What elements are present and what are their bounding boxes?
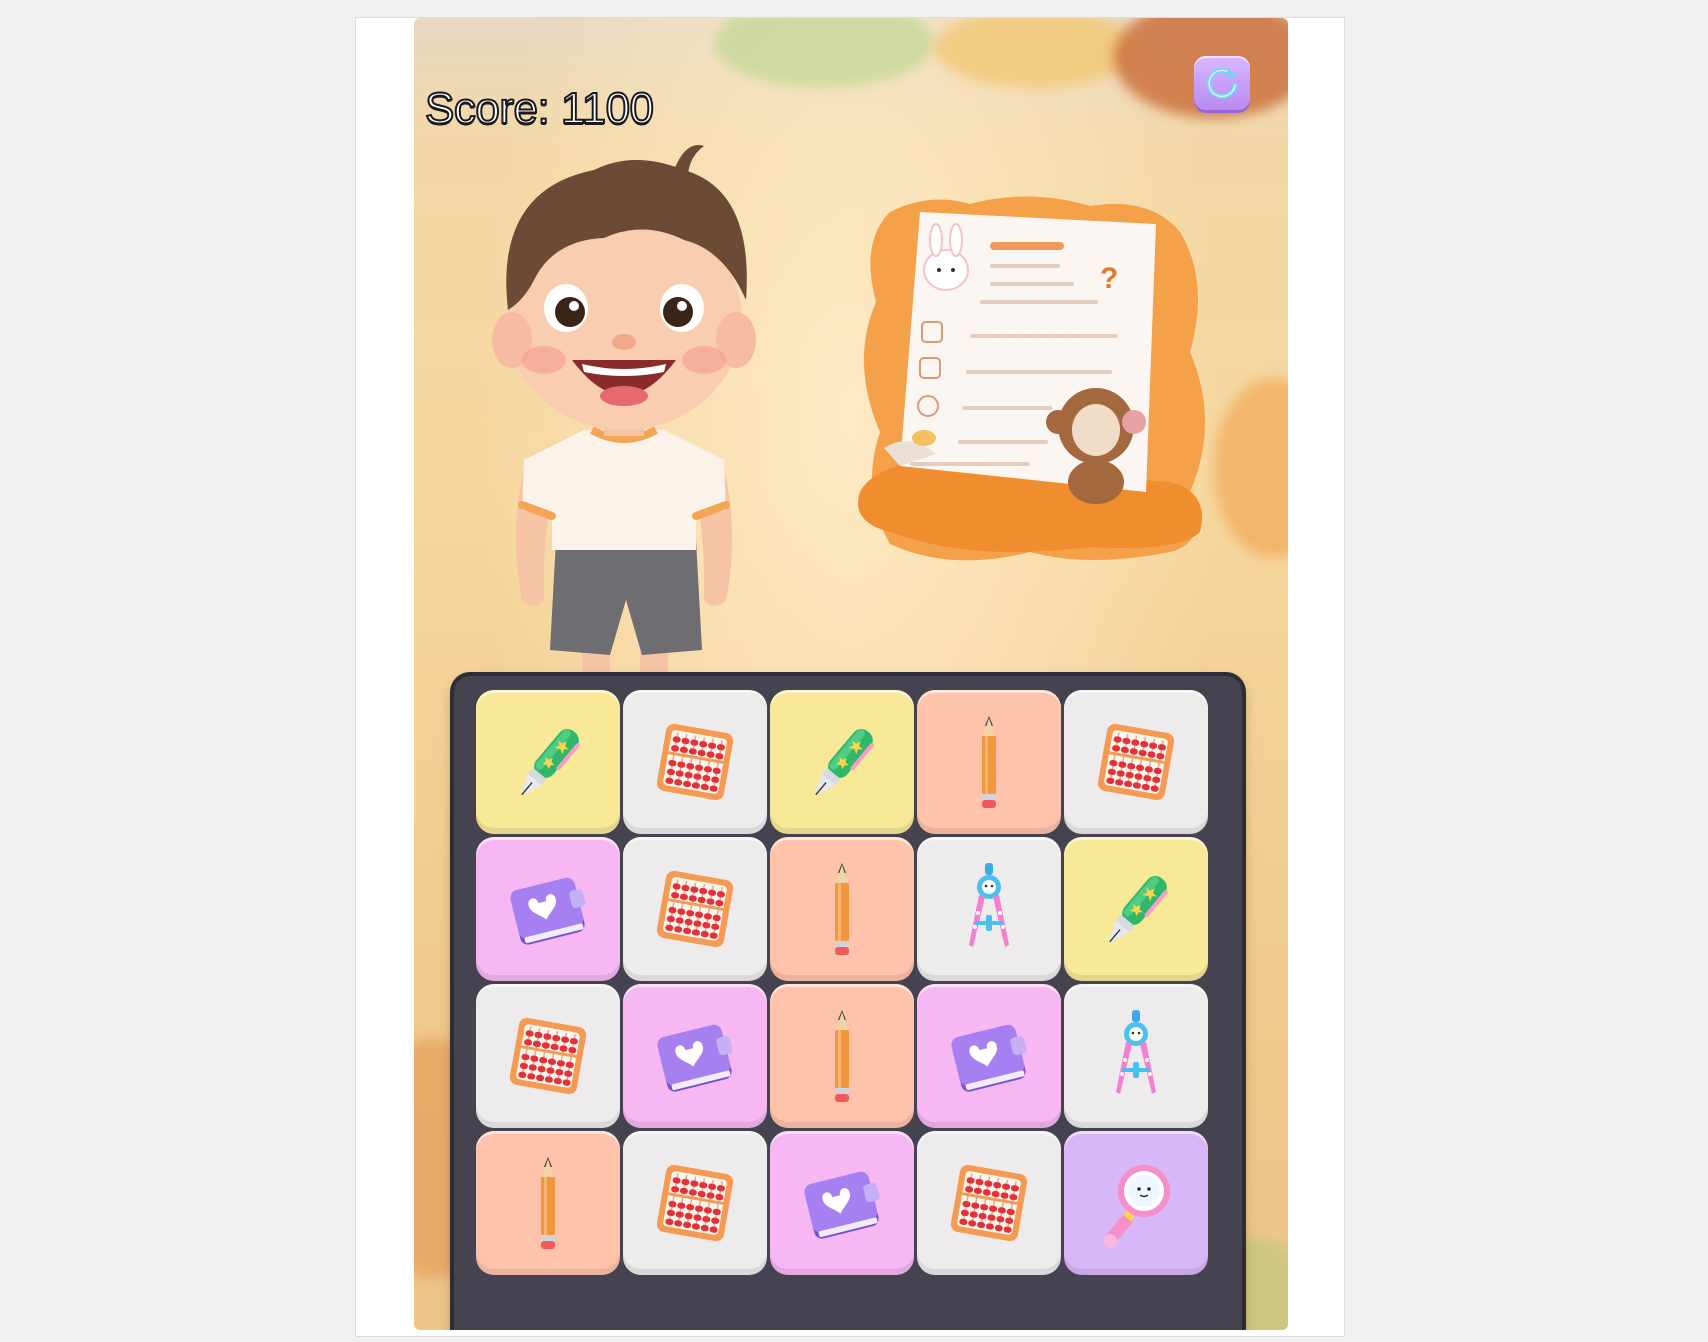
abacus-icon [509, 1017, 587, 1095]
pencil-icon [982, 716, 996, 808]
boy-character [492, 145, 756, 682]
tile-r1-c4[interactable] [917, 690, 1061, 834]
tile-r2-c1[interactable] [476, 837, 620, 981]
background-decor [714, 18, 934, 88]
tile-r2-c5[interactable] [1064, 837, 1208, 981]
quiz-paper-illustration: ? [858, 196, 1205, 561]
tile-r4-c2[interactable] [623, 1131, 767, 1275]
fountain-pen-icon [814, 729, 874, 797]
compass-icon [1116, 1010, 1156, 1094]
restart-button[interactable] [1194, 56, 1250, 110]
abacus-icon [1097, 723, 1175, 801]
tile-r4-c5[interactable] [1064, 1131, 1208, 1275]
tile-r1-c2[interactable] [623, 690, 767, 834]
tile-r2-c4[interactable] [917, 837, 1061, 981]
pencil-icon [541, 1157, 555, 1249]
fountain-pen-icon [520, 729, 580, 797]
score-label: Score: 1100 [424, 83, 655, 134]
fountain-pen-icon [1108, 876, 1168, 944]
pencil-icon [835, 1010, 849, 1102]
tile-r1-c5[interactable] [1064, 690, 1208, 834]
abacus-icon [656, 1164, 734, 1242]
background-decor [934, 18, 1134, 88]
game-canvas: Score: 1100 ? [414, 18, 1288, 1330]
abacus-icon [656, 870, 734, 948]
svg-text:?: ? [1100, 262, 1118, 295]
tile-r2-c3[interactable] [770, 837, 914, 981]
refresh-icon [1206, 67, 1238, 99]
tile-r1-c3[interactable] [770, 690, 914, 834]
tile-r3-c3[interactable] [770, 984, 914, 1128]
magnifier-icon [1103, 1165, 1170, 1248]
tile-r2-c2[interactable] [623, 837, 767, 981]
notebook-icon [804, 1171, 880, 1239]
background-decor [1214, 378, 1288, 558]
tile-r3-c5[interactable] [1064, 984, 1208, 1128]
tile-r3-c2[interactable] [623, 984, 767, 1128]
notebook-icon [510, 877, 586, 945]
tile-r4-c1[interactable] [476, 1131, 620, 1275]
pencil-icon [835, 863, 849, 955]
tile-r4-c4[interactable] [917, 1131, 1061, 1275]
tile-r1-c1[interactable] [476, 690, 620, 834]
tile-r3-c1[interactable] [476, 984, 620, 1128]
tile-grid [476, 690, 1222, 1275]
notebook-icon [951, 1024, 1027, 1092]
tile-r4-c3[interactable] [770, 1131, 914, 1275]
compass-icon [969, 863, 1009, 947]
abacus-icon [950, 1164, 1028, 1242]
abacus-icon [656, 723, 734, 801]
notebook-icon [657, 1024, 733, 1092]
tile-r3-c4[interactable] [917, 984, 1061, 1128]
